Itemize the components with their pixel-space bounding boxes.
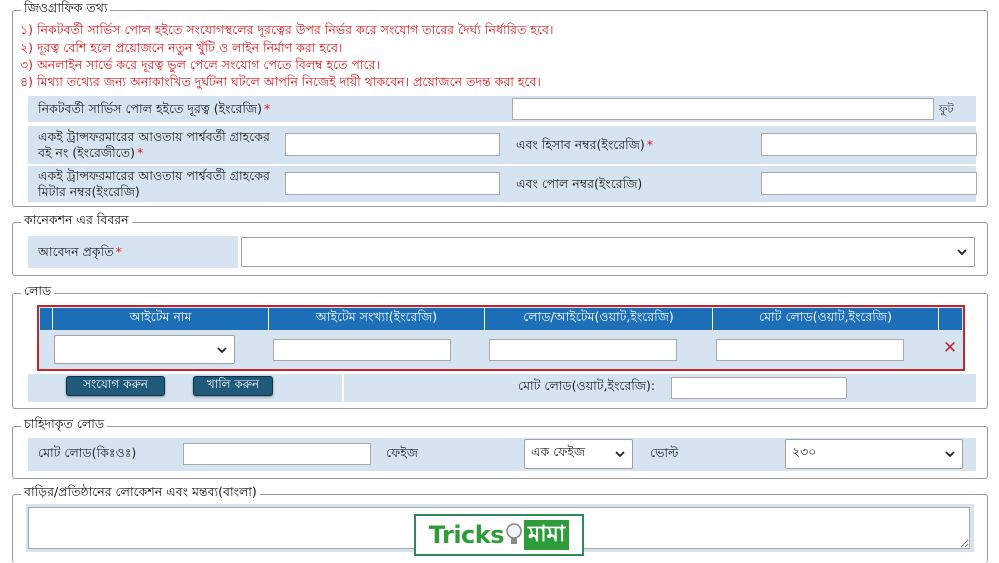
meter-number-input[interactable] <box>285 172 500 195</box>
chevron-down-icon <box>945 451 955 458</box>
load-legend: লোড <box>24 283 52 298</box>
add-item-button[interactable]: সংযোগ করুন <box>66 376 165 396</box>
apply-type-label: আবেদন প্রকৃতি * <box>28 236 238 268</box>
meter-label-text: একই ট্রান্সফরমারের আওতায় পার্শ্ববর্তী গ… <box>38 168 270 199</box>
header-load-per-item: লোড/আইটেম(ওয়াট,ইংরেজি) <box>485 308 713 330</box>
header-action <box>939 308 962 330</box>
volt-value: ২৩০ <box>792 444 817 459</box>
pole-label: এবং পোল নম্বর(ইংরেজি) <box>506 166 756 202</box>
phase-select[interactable]: এক ফেইজ <box>524 439 633 469</box>
item-count-input[interactable] <box>273 339 451 361</box>
apply-type-select[interactable] <box>241 237 975 267</box>
distance-unit: ফুট <box>939 102 954 116</box>
required-mark: * <box>115 244 122 260</box>
close-icon: ✕ <box>942 337 958 358</box>
phase-label: ফেইজ <box>386 445 418 460</box>
total-load-input[interactable] <box>671 377 847 399</box>
demand-total-input[interactable] <box>183 443 371 465</box>
account-number-input[interactable] <box>761 133 977 156</box>
header-item-count: আইটেম সংখ্যা(ইংরেজি) <box>269 308 485 330</box>
chevron-down-icon <box>217 346 227 353</box>
location-legend: বাড়ির/প্রতিষ্ঠানের লোকেশন এবং মন্তব্য(ব… <box>24 484 257 499</box>
watermark-right: মামা <box>524 520 570 550</box>
total-load-row-input[interactable] <box>716 339 904 361</box>
watermark-left: Tricks <box>428 521 505 549</box>
required-mark: * <box>264 101 271 117</box>
geo-note-1: ১) নিকটবর্তী সার্ভিস পোল হইতে সংযোগস্থলে… <box>20 22 554 37</box>
volt-select[interactable]: ২৩০ <box>785 439 963 469</box>
geo-legend: জিওগ্রাফিক তথ্য <box>24 0 108 15</box>
account-label-text: এবং হিসাব নম্বর(ইংরেজি) <box>516 137 645 153</box>
book-label-text: একই ট্রান্সফরমারের আওতায় পার্শ্ববর্তী গ… <box>38 129 270 160</box>
demand-legend: চাহিদাকৃত লোড <box>24 416 105 431</box>
book-number-input[interactable] <box>285 133 500 156</box>
account-label: এবং হিসাব নম্বর(ইংরেজি) * <box>506 126 756 164</box>
distance-input[interactable] <box>512 98 934 120</box>
chevron-down-icon <box>615 451 625 458</box>
pole-label-text: এবং পোল নম্বর(ইংরেজি) <box>516 176 643 192</box>
required-mark: * <box>646 137 654 153</box>
apply-type-label-text: আবেদন প্রকৃতি <box>38 244 114 260</box>
item-name-select[interactable] <box>54 335 235 364</box>
remove-row-button[interactable]: ✕ <box>941 338 959 358</box>
book-label: একই ট্রান্সফরমারের আওতায় পার্শ্ববর্তী গ… <box>28 126 280 164</box>
total-load-bg <box>344 374 976 402</box>
bulb-icon <box>505 522 523 548</box>
watermark-logo: Tricks মামা <box>414 514 584 556</box>
distance-label-text: নিকটবর্তী সার্ভিস পোল হইতে দূরত্ব (ইংরেজ… <box>38 101 262 117</box>
header-total-load: মোট লোড(ওয়াট,ইংরেজি) <box>713 308 939 330</box>
connection-legend: কানেকশন এর বিবরন <box>24 212 129 227</box>
phase-value: এক ফেইজ <box>531 444 586 459</box>
required-mark: * <box>136 145 144 160</box>
clear-items-button[interactable]: খালি করুন <box>193 376 273 396</box>
total-load-label: মোট লোড(ওয়াট,ইংরেজি): <box>518 378 656 393</box>
load-per-item-input[interactable] <box>489 339 677 361</box>
volt-label: ভোল্ট <box>650 445 679 460</box>
header-item-name: আইটেম নাম <box>53 308 269 330</box>
distance-label: নিকটবর্তী সার্ভিস পোল হইতে দূরত্ব (ইংরেজ… <box>28 96 510 122</box>
demand-total-label: মোট লোড(কিঃওঃ) <box>38 445 137 460</box>
geo-note-4: ৪) মিথ্যা তথ্যের জন্য অনাকাংখিত দুর্ঘটনা… <box>20 74 541 89</box>
chevron-down-icon <box>957 249 967 256</box>
header-lead <box>40 308 53 330</box>
meter-label: একই ট্রান্সফরমারের আওতায় পার্শ্ববর্তী গ… <box>28 166 280 202</box>
pole-number-input[interactable] <box>761 172 977 195</box>
